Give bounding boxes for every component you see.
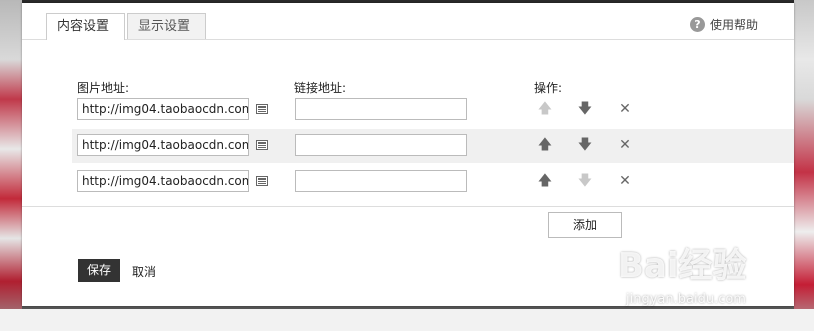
watermark-url: jingyan.baidu.com	[626, 292, 746, 307]
link-url-input[interactable]	[295, 98, 467, 120]
table-row: http://img04.taobaocdn.com/ 🡅 🡇 ✕	[72, 165, 794, 199]
arrow-down-icon[interactable]: 🡇	[576, 135, 594, 155]
tab-bar: 内容设置 显示设置 ? 使用帮助	[22, 3, 794, 40]
image-picker-icon[interactable]	[256, 176, 268, 186]
help-link[interactable]: ? 使用帮助	[689, 16, 758, 33]
add-button[interactable]: 添加	[548, 212, 622, 238]
close-icon[interactable]: ✕	[616, 99, 634, 119]
arrow-up-icon: 🡅	[537, 101, 553, 117]
image-picker-icon[interactable]	[256, 140, 268, 150]
link-url-input[interactable]	[295, 134, 467, 156]
table-row: http://img04.taobaocdn.com/ 🡅 🡇 ✕	[72, 93, 794, 127]
background-left	[0, 0, 22, 331]
cancel-link[interactable]: 取消	[132, 263, 156, 280]
tab-content-settings[interactable]: 内容设置	[46, 13, 125, 40]
link-url-input[interactable]	[295, 170, 467, 192]
image-url-input[interactable]: http://img04.taobaocdn.com/	[77, 170, 249, 192]
divider	[22, 206, 794, 207]
help-label: 使用帮助	[709, 18, 758, 32]
close-icon[interactable]: ✕	[616, 135, 634, 155]
arrow-up-icon[interactable]: 🡅	[536, 171, 554, 191]
tab-display-settings[interactable]: 显示设置	[127, 13, 206, 39]
image-picker-icon[interactable]	[256, 104, 268, 114]
table-row: http://img04.taobaocdn.com/ 🡅 🡇 ✕	[72, 129, 794, 163]
watermark-logo: Bai经验	[618, 246, 747, 286]
arrow-up-icon[interactable]: 🡅	[536, 135, 554, 155]
save-button[interactable]: 保存	[78, 259, 120, 282]
arrow-down-icon[interactable]: 🡇	[576, 99, 594, 119]
image-url-input[interactable]: http://img04.taobaocdn.com/	[77, 98, 249, 120]
arrow-down-icon: 🡇	[577, 173, 593, 189]
question-icon: ?	[689, 17, 705, 32]
close-icon[interactable]: ✕	[616, 171, 634, 191]
image-url-input[interactable]: http://img04.taobaocdn.com/	[77, 134, 249, 156]
background-bottom	[0, 309, 814, 331]
background-right	[794, 0, 814, 331]
